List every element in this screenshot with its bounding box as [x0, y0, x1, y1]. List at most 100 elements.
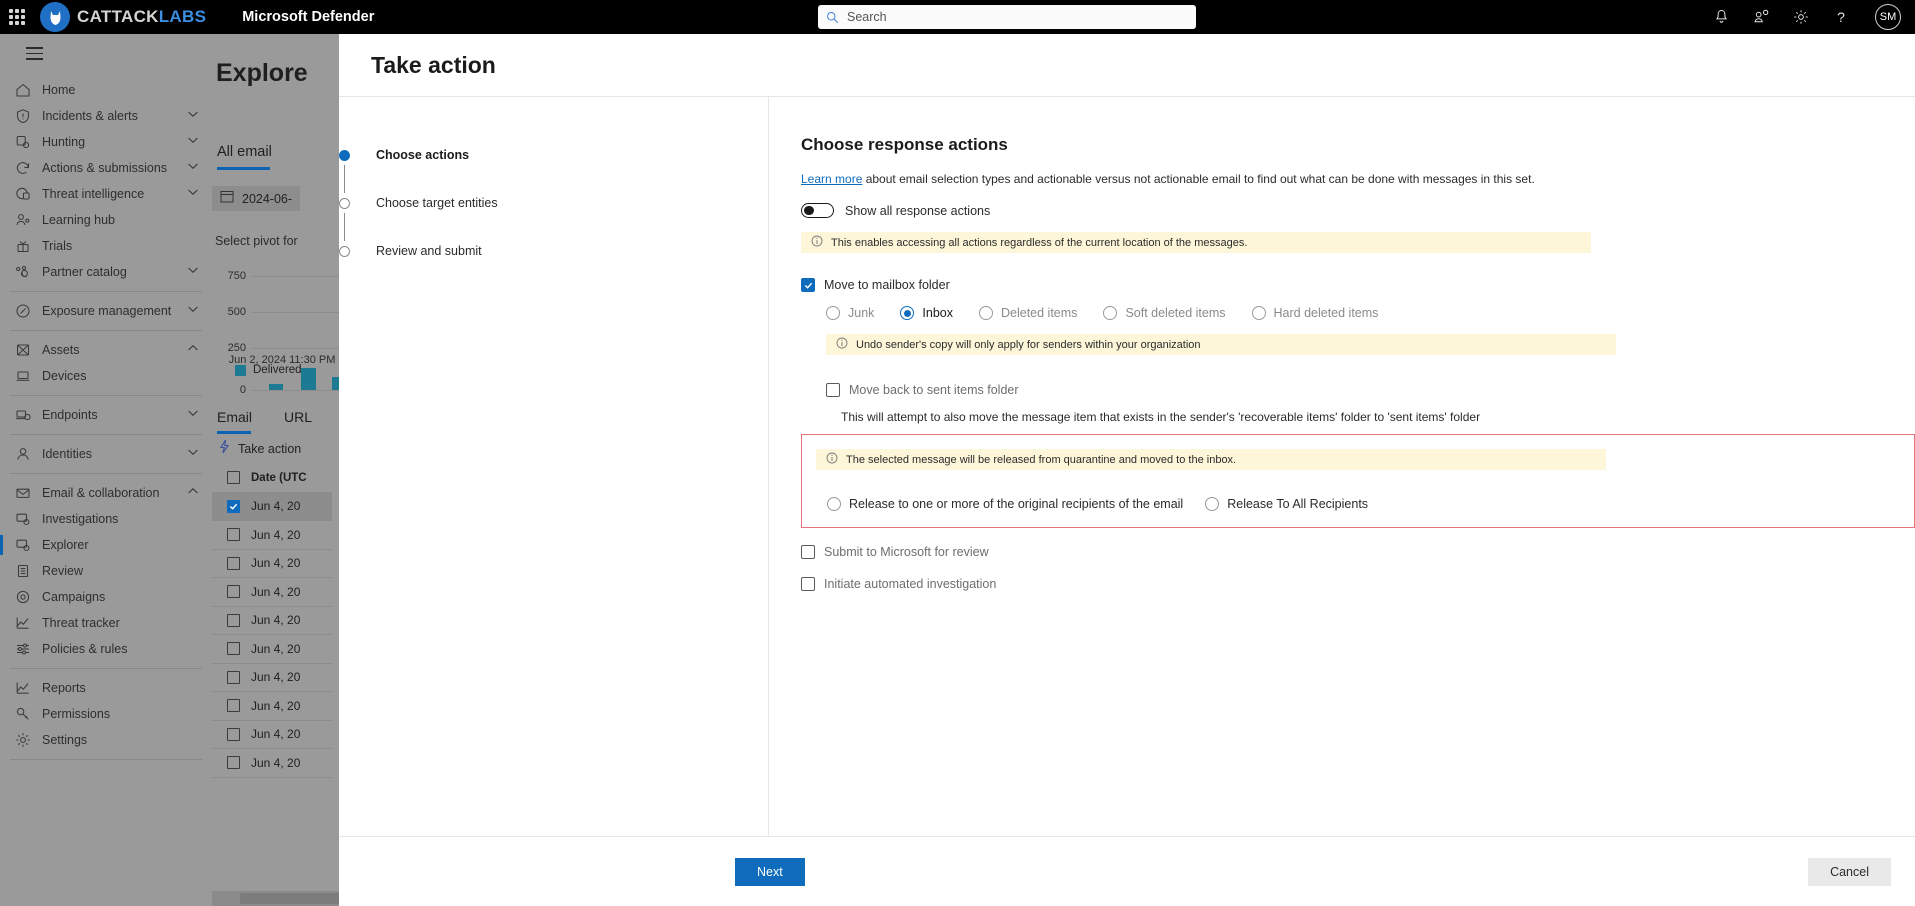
radio-option-junk[interactable]: Junk: [826, 306, 874, 320]
table-header-row: Date (UTC: [212, 464, 332, 493]
row-checkbox[interactable]: [227, 642, 240, 656]
radio-option-release-original-recipients[interactable]: Release to one or more of the original r…: [827, 497, 1183, 511]
info-bar-show-all: This enables accessing all actions regar…: [801, 232, 1591, 253]
take-action-toolbar-button[interactable]: Take action: [218, 439, 301, 459]
radio-option-soft-deleted-items[interactable]: Soft deleted items: [1103, 306, 1226, 320]
sidebar-item-campaigns[interactable]: Campaigns: [0, 584, 212, 610]
people-feedback-icon[interactable]: [1741, 0, 1781, 34]
sidebar-item-hunting[interactable]: Hunting: [0, 129, 212, 155]
table-row[interactable]: Jun 4, 20: [212, 664, 332, 692]
wizard-step-review-and-submit[interactable]: Review and submit: [339, 241, 768, 261]
initiate-automated-investigation-checkbox[interactable]: [801, 577, 815, 591]
row-checkbox[interactable]: [227, 499, 240, 513]
cancel-button[interactable]: Cancel: [1808, 857, 1891, 886]
show-all-response-actions-toggle[interactable]: [801, 203, 834, 218]
sidebar-item-identities[interactable]: Identities: [0, 441, 212, 467]
sidebar-item-settings[interactable]: Settings: [0, 727, 212, 753]
table-row[interactable]: Jun 4, 20: [212, 692, 332, 721]
learning-hub-icon: [10, 212, 36, 228]
sidebar-item-explorer[interactable]: Explorer: [0, 532, 212, 558]
gear-icon[interactable]: [1781, 0, 1821, 34]
radio-input-release-original-recipients[interactable]: [827, 497, 841, 511]
radio-option-hard-deleted-items[interactable]: Hard deleted items: [1251, 306, 1378, 320]
sidebar-item-partner-catalog[interactable]: Partner catalog: [0, 259, 212, 285]
bell-icon[interactable]: [1701, 0, 1741, 34]
sidebar-item-reports[interactable]: Reports: [0, 675, 212, 701]
table-row[interactable]: Jun 4, 20: [212, 492, 332, 521]
radio-option-inbox[interactable]: Inbox: [900, 306, 953, 320]
info-circle-icon: [836, 337, 848, 352]
table-row[interactable]: Jun 4, 20: [212, 550, 332, 578]
move-back-to-sent-items-checkbox[interactable]: [826, 383, 840, 397]
sidebar-item-endpoints[interactable]: Endpoints: [0, 402, 212, 428]
radio-input-hard-deleted-items[interactable]: [1251, 306, 1266, 320]
question-help-icon[interactable]: ?: [1821, 0, 1861, 34]
sidebar-item-actions-submissions[interactable]: Actions & submissions: [0, 155, 212, 181]
table-row[interactable]: Jun 4, 20: [212, 635, 332, 664]
date-filter-pill[interactable]: 2024-06-: [212, 186, 301, 211]
chevron-down-icon[interactable]: [186, 263, 200, 281]
row-checkbox[interactable]: [227, 727, 240, 741]
sidebar-item-review[interactable]: Review: [0, 558, 212, 584]
chevron-down-icon[interactable]: [186, 107, 200, 125]
tab-email[interactable]: Email: [217, 409, 252, 425]
sidebar-item-email-collaboration[interactable]: Email & collaboration: [0, 480, 212, 506]
sidebar-item-threat-tracker[interactable]: Threat tracker: [0, 610, 212, 636]
row-checkbox[interactable]: [227, 699, 240, 713]
row-checkbox[interactable]: [227, 585, 240, 599]
result-tabs[interactable]: Email URL: [217, 409, 312, 425]
radio-input-soft-deleted-items[interactable]: [1103, 306, 1118, 320]
step-connector-line: [344, 165, 345, 193]
row-checkbox[interactable]: [227, 756, 240, 770]
chevron-up-icon[interactable]: [186, 341, 200, 359]
global-search-box[interactable]: Search: [818, 5, 1196, 29]
radio-input-release-all-recipients[interactable]: [1205, 497, 1220, 511]
sidebar-item-threat-intelligence[interactable]: Threat intelligence: [0, 181, 212, 207]
sidebar-item-exposure-management[interactable]: Exposure management: [0, 298, 212, 324]
row-checkbox[interactable]: [227, 670, 240, 684]
sidebar-item-assets[interactable]: Assets: [0, 337, 212, 363]
row-checkbox[interactable]: [227, 556, 240, 570]
sidebar-item-investigations[interactable]: Investigations: [0, 506, 212, 532]
avatar[interactable]: SM: [1875, 4, 1901, 30]
radio-input-junk[interactable]: [826, 306, 840, 320]
show-all-response-actions-label: Show all response actions: [845, 203, 991, 218]
next-button[interactable]: Next: [735, 857, 805, 886]
sidebar-item-permissions[interactable]: Permissions: [0, 701, 212, 727]
table-row[interactable]: Jun 4, 20: [212, 607, 332, 635]
sidebar-item-incidents-alerts[interactable]: Incidents & alerts: [0, 103, 212, 129]
radio-option-release-all-recipients[interactable]: Release To All Recipients: [1205, 497, 1368, 511]
tab-all-email[interactable]: All email: [217, 144, 272, 160]
hamburger-menu-icon[interactable]: [0, 34, 212, 77]
sidebar-item-trials[interactable]: Trials: [0, 233, 212, 259]
sidebar-item-home[interactable]: Home: [0, 77, 212, 103]
sidebar-item-learning-hub[interactable]: Learning hub: [0, 207, 212, 233]
info-bar-text: The selected message will be released fr…: [846, 453, 1237, 466]
row-checkbox[interactable]: [227, 528, 240, 542]
chevron-down-icon[interactable]: [186, 302, 200, 320]
wizard-step-choose-actions[interactable]: Choose actions: [339, 145, 768, 193]
table-row[interactable]: Jun 4, 20: [212, 521, 332, 550]
chevron-down-icon[interactable]: [186, 133, 200, 151]
select-all-checkbox[interactable]: [227, 471, 240, 485]
radio-input-deleted-items[interactable]: [979, 306, 993, 320]
app-launcher-icon[interactable]: [0, 0, 34, 34]
chevron-down-icon[interactable]: [186, 445, 200, 463]
table-row[interactable]: Jun 4, 20: [212, 721, 332, 749]
wizard-step-choose-target-entities[interactable]: Choose target entities: [339, 193, 768, 241]
learn-more-link[interactable]: Learn more: [801, 172, 862, 186]
chevron-down-icon[interactable]: [186, 159, 200, 177]
tab-url[interactable]: URL: [284, 409, 312, 425]
radio-input-inbox[interactable]: [900, 306, 915, 320]
table-row[interactable]: Jun 4, 20: [212, 749, 332, 778]
row-checkbox[interactable]: [227, 613, 240, 627]
table-row[interactable]: Jun 4, 20: [212, 578, 332, 607]
chevron-down-icon[interactable]: [186, 406, 200, 424]
chevron-up-icon[interactable]: [186, 484, 200, 502]
sidebar-item-policies-rules[interactable]: Policies & rules: [0, 636, 212, 662]
chevron-down-icon[interactable]: [186, 185, 200, 203]
move-to-mailbox-folder-checkbox[interactable]: [801, 278, 815, 292]
sidebar-item-devices[interactable]: Devices: [0, 363, 212, 389]
radio-option-deleted-items[interactable]: Deleted items: [979, 306, 1077, 320]
submit-to-microsoft-checkbox[interactable]: [801, 545, 815, 559]
